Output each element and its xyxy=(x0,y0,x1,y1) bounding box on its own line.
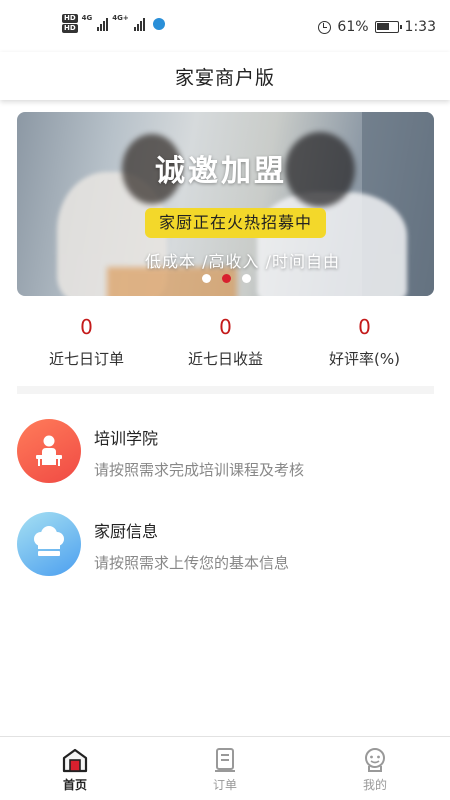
battery-icon xyxy=(374,21,402,33)
hd-badge: HD xyxy=(62,14,78,23)
signal-icon xyxy=(133,17,145,31)
menu-description: 请按照需求完成培训课程及考核 xyxy=(94,461,305,479)
home-icon xyxy=(62,748,88,773)
alarm-icon xyxy=(318,20,332,34)
tab-label: 首页 xyxy=(62,778,87,792)
stat-value: 0 xyxy=(358,315,371,339)
order-icon xyxy=(215,748,235,772)
title-bar: 家宴商户版 xyxy=(0,52,450,100)
promo-banner[interactable]: 诚邀加盟 家厨正在火热招募中 低成本 /高收入 /时间自由 xyxy=(17,112,434,296)
stats-row: 0 近七日订单 0 近七日收益 0 好评率(%) xyxy=(17,312,434,376)
pagination-dot-active[interactable] xyxy=(222,274,231,283)
stat-label: 近七日收益 xyxy=(187,350,263,368)
tab-orders[interactable]: 订单 xyxy=(150,737,300,800)
network-type-label: 4G+ xyxy=(112,14,129,22)
hd-badge: HD xyxy=(62,24,78,33)
stat-rating[interactable]: 0 好评率(%) xyxy=(295,312,434,376)
tab-label: 订单 xyxy=(212,778,237,792)
banner-subtitle: 低成本 /高收入 /时间自由 xyxy=(145,252,340,271)
menu-description: 请按照需求上传您的基本信息 xyxy=(94,554,290,572)
profile-icon xyxy=(365,748,385,772)
banner-tag: 家厨正在火热招募中 xyxy=(145,208,327,238)
menu-title: 培训学院 xyxy=(94,429,159,448)
training-icon xyxy=(17,419,81,483)
banner-pagination xyxy=(202,274,251,283)
status-left: HD HD 4G 4G+ xyxy=(62,14,165,33)
stat-value: 0 xyxy=(219,315,232,339)
pagination-dot[interactable] xyxy=(202,274,211,283)
bottom-nav: 首页 订单 我的 xyxy=(0,736,450,800)
status-right: 61% 1:33 xyxy=(318,19,436,35)
stat-label: 近七日订单 xyxy=(48,350,124,368)
tab-home[interactable]: 首页 xyxy=(0,737,150,800)
menu-item-training[interactable]: 培训学院 请按照需求完成培训课程及考核 xyxy=(17,417,434,487)
pagination-dot[interactable] xyxy=(242,274,251,283)
section-divider xyxy=(17,386,434,394)
app-notification-icon xyxy=(152,17,165,30)
stat-income[interactable]: 0 近七日收益 xyxy=(156,312,295,376)
chef-hat-icon xyxy=(17,512,81,576)
status-bar: HD HD 4G 4G+ 61% 1:33 xyxy=(0,0,450,52)
tab-label: 我的 xyxy=(362,778,387,792)
battery-percent: 61% xyxy=(337,19,369,35)
tab-profile[interactable]: 我的 xyxy=(300,737,450,800)
menu-title: 家厨信息 xyxy=(94,522,159,541)
stat-label: 好评率(%) xyxy=(329,350,400,368)
clock: 1:33 xyxy=(404,19,436,35)
menu-item-chef-info[interactable]: 家厨信息 请按照需求上传您的基本信息 xyxy=(17,510,434,580)
banner-headline: 诚邀加盟 xyxy=(155,154,287,189)
signal-icon xyxy=(97,17,109,31)
page-title: 家宴商户版 xyxy=(174,66,275,89)
network-type-label: 4G xyxy=(81,14,93,22)
stat-value: 0 xyxy=(80,315,93,339)
hd-badges: HD HD xyxy=(62,14,78,33)
stat-orders[interactable]: 0 近七日订单 xyxy=(17,312,156,376)
